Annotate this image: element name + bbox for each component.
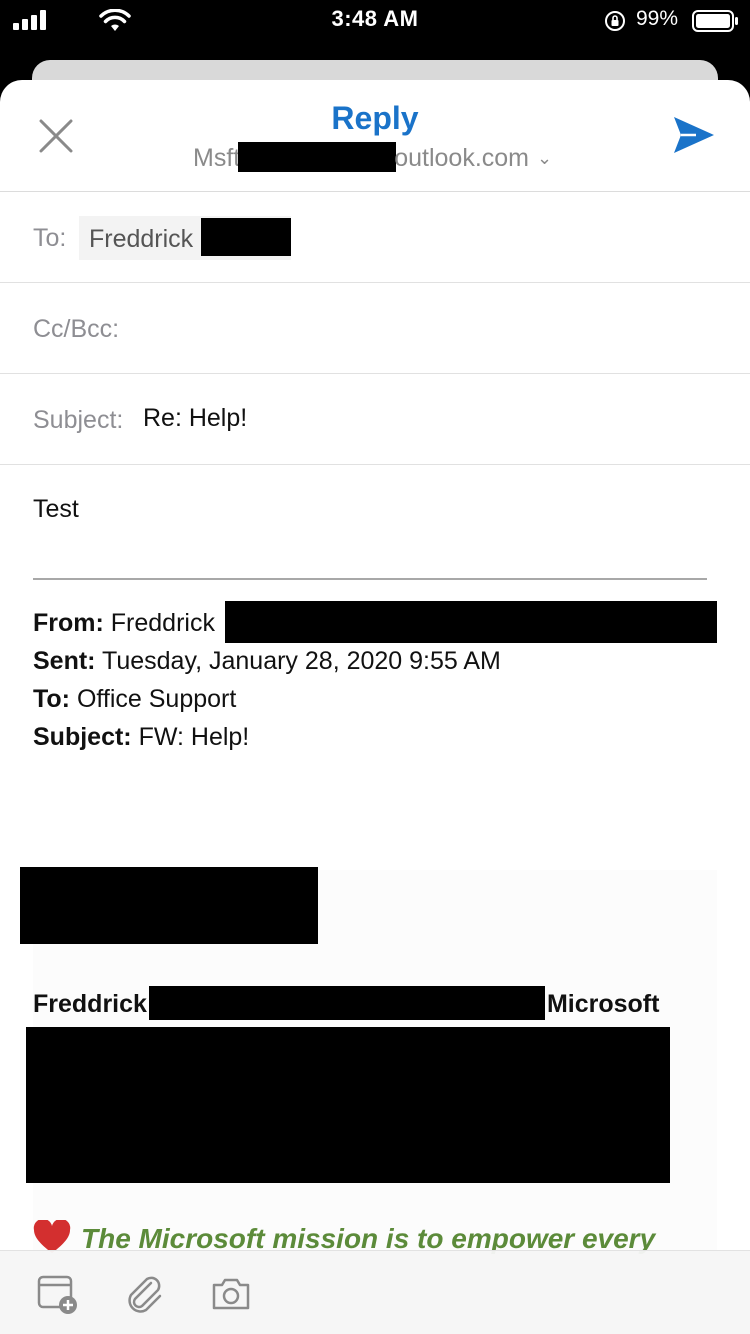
signature-name: Freddrick Microsoft [33, 986, 659, 1020]
recipient-chip[interactable]: Freddrick [79, 216, 291, 260]
quoted-from-value: Freddrick [110, 609, 215, 637]
quoted-subject: Subject: FW: Help! [33, 723, 249, 752]
to-field[interactable]: To: Freddrick [0, 192, 750, 283]
camera-icon[interactable] [210, 1273, 252, 1315]
redaction [238, 142, 397, 172]
quoted-sent: Sent: Tuesday, January 28, 2020 9:55 AM [33, 647, 501, 676]
to-label: To: [33, 224, 67, 252]
quote-divider [33, 578, 707, 580]
quoted-subject-label: Subject: [33, 723, 132, 751]
chevron-down-icon: ⌄ [537, 148, 553, 168]
redaction [225, 601, 717, 643]
from-account-selector[interactable]: Msft outlook.com ⌄ [193, 142, 552, 173]
quoted-to: To: Office Support [33, 685, 236, 714]
quoted-from-label: From: [33, 609, 104, 637]
quoted-to-value: Office Support [76, 685, 237, 713]
battery-icon [692, 10, 738, 32]
quoted-sent-value: Tuesday, January 28, 2020 9:55 AM [102, 647, 501, 675]
redaction [20, 867, 318, 944]
compose-header: Reply Msft outlook.com ⌄ [0, 80, 750, 192]
quoted-to-label: To: [33, 685, 71, 713]
cc-bcc-field[interactable]: Cc/Bcc: [0, 283, 750, 374]
redaction [148, 986, 545, 1020]
heart-icon [33, 1220, 71, 1253]
message-body[interactable]: Test [33, 495, 79, 524]
compose-title: Reply [331, 100, 419, 136]
send-icon[interactable] [672, 114, 716, 156]
redaction [201, 218, 291, 256]
cc-bcc-label: Cc/Bcc: [33, 315, 120, 343]
recipient-name: Freddrick [89, 225, 194, 253]
quoted-from: From: Freddrick [33, 601, 717, 643]
battery-percent: 99% [636, 7, 679, 30]
redaction [26, 1027, 670, 1183]
calendar-add-icon[interactable] [37, 1273, 79, 1315]
signature-first-name: Freddrick [33, 990, 147, 1018]
from-account-suffix: outlook.com [394, 144, 530, 172]
subject-label: Subject: [33, 406, 124, 434]
quoted-sent-label: Sent: [33, 647, 96, 675]
subject-input[interactable]: Re: Help! [143, 404, 247, 433]
compose-sheet: Reply Msft outlook.com ⌄ To: Freddrick Cc/… [0, 80, 750, 1334]
quoted-subject-value: FW: Help! [138, 723, 250, 751]
attachment-icon[interactable] [123, 1273, 165, 1315]
compose-toolbar [0, 1250, 750, 1334]
rotation-lock-icon [605, 11, 625, 31]
subject-field[interactable]: Subject: Re: Help! [0, 374, 750, 465]
status-bar: 3:48 AM 99% [0, 0, 750, 44]
from-account-prefix: Msft [193, 144, 241, 172]
signature-company: Microsoft [546, 990, 660, 1018]
